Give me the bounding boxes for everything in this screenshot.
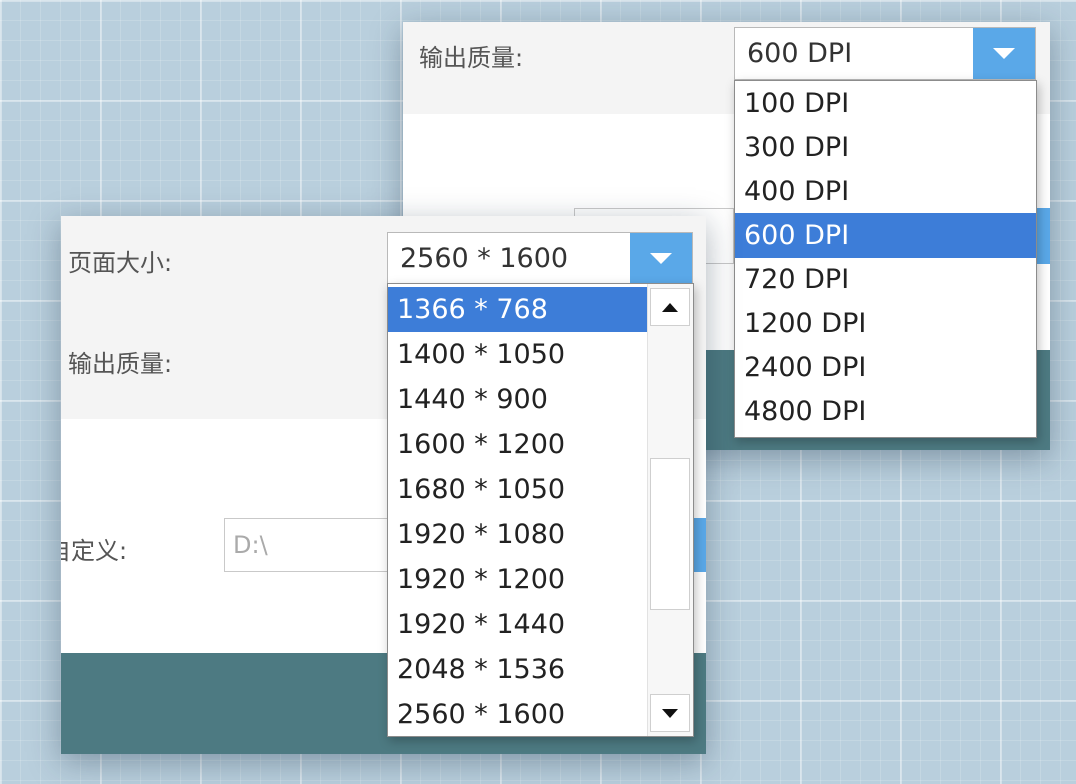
dpi-option[interactable]: 1200 DPI: [735, 301, 1036, 346]
quality-label: 输出质量:: [68, 350, 173, 378]
dpi-option[interactable]: 300 DPI: [735, 125, 1036, 170]
custom-label: 自定义:: [61, 537, 128, 565]
dpi-option[interactable]: 400 DPI: [735, 169, 1036, 214]
scrollbar-thumb[interactable]: [650, 458, 690, 610]
quality-label: 输出质量:: [419, 44, 524, 72]
page-size-option[interactable]: 1680 * 1050: [388, 467, 650, 512]
browse-button-partial[interactable]: [1035, 208, 1050, 264]
quality-combobox[interactable]: 600 DPI: [734, 27, 1036, 80]
page-size-combobox-value: 2560 * 1600: [400, 242, 569, 274]
page-size-combobox[interactable]: 2560 * 1600: [387, 232, 693, 284]
page-size-option[interactable]: 1920 * 1080: [388, 512, 650, 557]
dpi-option[interactable]: 100 DPI: [735, 81, 1036, 126]
path-input[interactable]: D:\: [224, 518, 404, 572]
scroll-down-icon[interactable]: [650, 694, 690, 732]
chevron-down-icon[interactable]: [630, 233, 692, 283]
page-size-option[interactable]: 1600 * 1200: [388, 422, 650, 467]
dpi-option[interactable]: 720 DPI: [735, 257, 1036, 302]
scroll-up-icon[interactable]: [650, 288, 690, 326]
quality-dropdown-list[interactable]: 100 DPI 300 DPI 400 DPI 600 DPI 720 DPI …: [734, 80, 1037, 438]
page-size-option[interactable]: 2048 * 1536: [388, 647, 650, 692]
page-size-option[interactable]: 1920 * 1200: [388, 557, 650, 602]
path-input-value: D:\: [233, 531, 268, 559]
page-size-option[interactable]: 2560 * 1600: [388, 692, 650, 736]
page-size-option-selected[interactable]: 1366 * 768: [388, 287, 650, 332]
page-size-option[interactable]: 1920 * 1440: [388, 602, 650, 647]
page-size-dropdown-list[interactable]: 1366 * 768 1400 * 1050 1440 * 900 1600 *…: [387, 283, 694, 737]
dpi-option[interactable]: 2400 DPI: [735, 345, 1036, 390]
page-size-settings-window: 页面大小: 输出质量: 自定义: D:\ 2560 * 1600 1366 * …: [61, 216, 706, 754]
browse-button-partial[interactable]: [693, 518, 706, 572]
dropdown-scrollbar[interactable]: [647, 284, 693, 736]
page-size-option[interactable]: 1400 * 1050: [388, 332, 650, 377]
chevron-down-icon[interactable]: [973, 28, 1035, 79]
page-size-label: 页面大小:: [68, 249, 173, 277]
dpi-option-selected[interactable]: 600 DPI: [735, 213, 1036, 258]
page-size-option[interactable]: 1440 * 900: [388, 377, 650, 422]
quality-combobox-value: 600 DPI: [747, 38, 853, 69]
dpi-option[interactable]: 4800 DPI: [735, 389, 1036, 434]
